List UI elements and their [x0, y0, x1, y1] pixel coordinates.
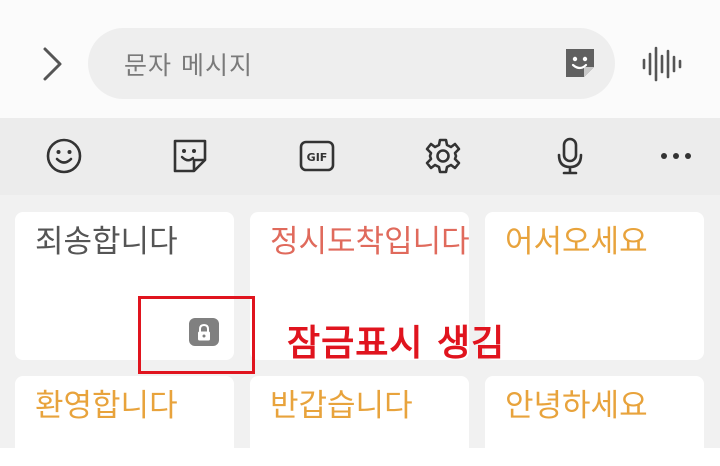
- annotation-text: 잠금표시 생김: [287, 323, 506, 364]
- phrase-card[interactable]: 환영합니다: [15, 376, 234, 466]
- voice-wave-icon[interactable]: [640, 44, 684, 84]
- gear-icon[interactable]: [423, 136, 463, 176]
- message-input[interactable]: 문자 메시지: [88, 28, 615, 99]
- phrase-card[interactable]: 안녕하세요: [485, 376, 704, 466]
- phrase-text: 죄송합니다: [35, 224, 178, 260]
- sticker-icon[interactable]: [170, 136, 210, 176]
- phrase-text: 반갑습니다: [270, 388, 413, 424]
- microphone-icon[interactable]: [550, 136, 590, 176]
- phrase-text: 안녕하세요: [505, 388, 648, 424]
- keyboard-toolbar: GIF: [0, 118, 720, 195]
- message-placeholder: 문자 메시지: [124, 51, 253, 80]
- gif-label: GIF: [307, 151, 328, 164]
- highlight-box: [138, 296, 255, 374]
- message-input-bar: 문자 메시지: [0, 0, 720, 118]
- phrase-text: 정시도착입니다: [270, 224, 469, 260]
- chevron-right-icon[interactable]: [36, 46, 68, 82]
- emoji-icon[interactable]: [44, 136, 84, 176]
- gif-icon[interactable]: GIF: [297, 136, 337, 176]
- phrase-card[interactable]: 반갑습니다: [250, 376, 469, 466]
- sticker-icon[interactable]: [562, 45, 598, 81]
- phrase-text: 어서오세요: [505, 224, 648, 260]
- phrase-card[interactable]: 어서오세요: [485, 212, 704, 360]
- more-options-icon[interactable]: [656, 136, 696, 176]
- phrase-text: 환영합니다: [35, 388, 178, 424]
